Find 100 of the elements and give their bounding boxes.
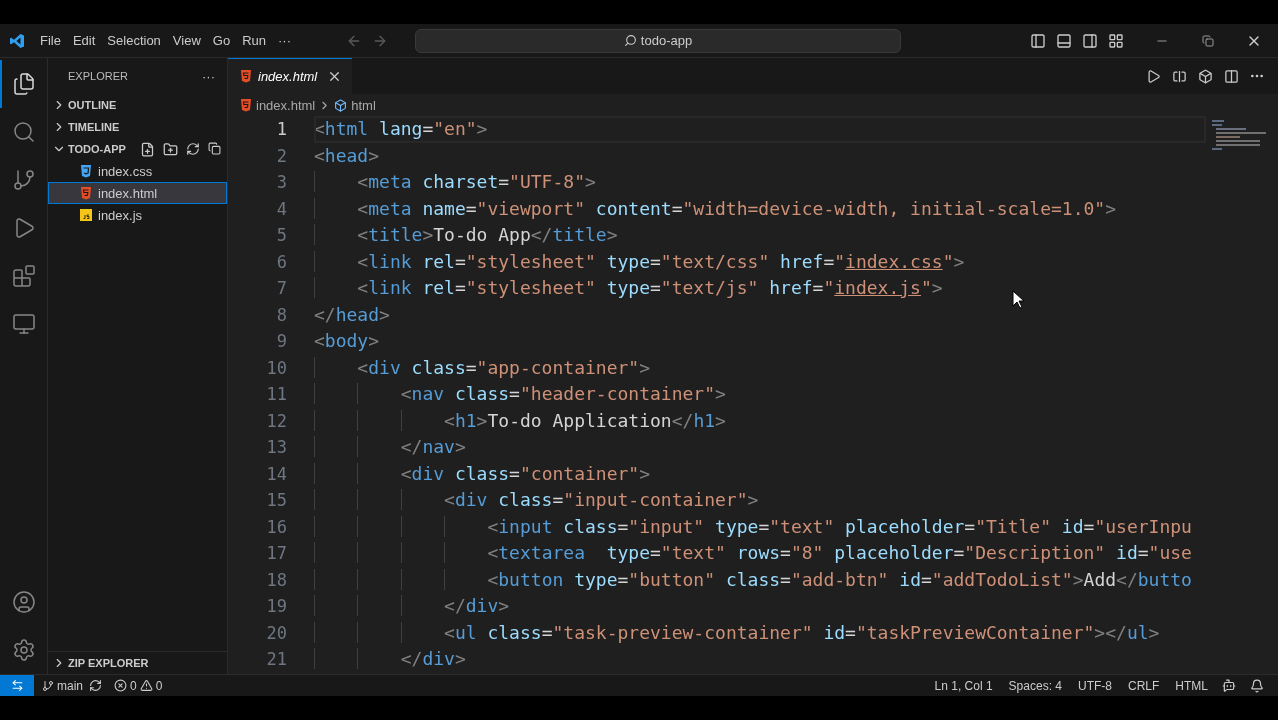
code-line: </div> [314,646,1206,673]
search-icon [623,34,637,47]
cube-icon [334,98,348,112]
line-number: 6 [275,251,287,272]
mouse-pointer-icon [1012,290,1026,310]
remote-icon [10,679,24,692]
breadcrumb[interactable]: index.html [240,97,316,113]
search-icon [11,120,36,144]
line-number: 11 [265,384,287,405]
branch-icon [42,679,54,692]
status-item[interactable]: Ln 1, Col 1 [926,678,1001,693]
html-file-icon [240,69,252,83]
assistant-icon[interactable] [1222,678,1236,693]
code-line: </div> [314,593,1206,620]
files-icon [11,72,36,96]
error-icon [114,679,127,692]
sidebar-title: EXPLORER [68,70,128,82]
code-line: <div class="container"> [314,460,1206,487]
menu-item[interactable]: Run [236,30,272,51]
line-number: 12 [265,410,287,431]
collapse-all-icon[interactable] [208,141,221,155]
breadcrumb[interactable]: html [334,97,376,113]
new-folder-icon[interactable] [163,141,178,157]
code-line: <link rel="stylesheet" type="text/js" href="index.js"> [314,275,1206,302]
html-file-icon [240,98,252,112]
status-item[interactable]: CRLF [1120,678,1168,693]
command-search-field[interactable]: todo-app [415,28,901,53]
sync-icon[interactable] [89,679,102,692]
sidebar-toggle-icon[interactable] [1030,32,1046,49]
code-line: <ul class="task-preview-container" id="taskPreviewContainer"></ul> [314,619,1206,646]
account-icon[interactable] [11,590,36,614]
restore-icon[interactable] [1202,34,1214,47]
line-number: 15 [265,490,287,511]
compare-icon[interactable] [1171,68,1187,84]
monitor-icon [11,312,36,336]
line-number: 3 [275,172,287,193]
menu-item[interactable]: Selection [101,30,167,51]
menu-item[interactable]: View [166,30,207,51]
line-number: 4 [275,198,287,219]
section-header[interactable]: OUTLINE [68,99,117,111]
line-number: 17 [265,543,287,564]
section-header[interactable]: TIMELINE [68,121,120,133]
section-header[interactable]: TODO-APP [68,143,126,155]
line-number: 21 [265,649,287,670]
branch-icon [11,168,36,192]
line-number: 9 [275,331,287,352]
js-file-icon [80,209,92,221]
code-line: <head> [314,143,381,168]
code-line: </nav> [314,434,1206,461]
explorer-entry[interactable]: index.js [48,204,227,226]
line-number: 5 [275,225,287,246]
explorer-entry[interactable]: index.html [48,182,227,204]
settings-icon[interactable] [11,638,36,662]
bell-icon[interactable] [1250,678,1264,693]
code-line: <button type="button" class="add-btn" id="addTodoList">Add</butto [314,566,1206,593]
layout-icon[interactable] [1108,32,1124,49]
problems-status[interactable]: 0 0 [108,678,169,693]
logo-icon [9,32,25,49]
refresh-icon[interactable] [186,141,200,156]
secondary-sidebar-icon[interactable] [1082,32,1098,49]
menu-item[interactable]: Edit [66,30,102,51]
code-line: <input class="input" type="text" placeholder="Title" id="userInpu [314,513,1206,540]
code-line: <nav class="header-container"> [314,381,1206,408]
split-editor-icon[interactable] [1223,68,1239,84]
line-number: 2 [275,145,287,166]
run-icon[interactable] [1145,68,1161,84]
menu-item[interactable]: ··· [272,30,297,51]
status-item[interactable]: HTML [1167,678,1216,693]
line-number: 16 [265,516,287,537]
code-line: <meta name="viewport" content="width=device-width, initial-scale=1.0"> [314,195,1206,222]
html-file-icon [80,186,92,200]
line-number: 18 [265,569,287,590]
warning-icon [139,679,153,692]
menu-item[interactable]: Go [206,30,237,51]
section-header[interactable]: ZIP EXPLORER [68,657,149,669]
line-number: 20 [265,622,287,643]
remote-button[interactable] [0,675,34,696]
more-actions-button[interactable]: ··· [202,68,215,84]
line-number: 10 [265,357,287,378]
branch-status[interactable]: main [36,678,89,693]
status-item[interactable]: UTF-8 [1070,678,1120,693]
code-line: <body> [314,329,381,353]
code-line: <title>To-do App</title> [314,222,1206,249]
css-file-icon [80,164,92,178]
code-line: </head> [314,302,391,327]
line-number: 13 [265,437,287,458]
line-number: 19 [265,596,287,617]
explorer-entry[interactable]: index.css [48,160,227,182]
code-line: <textarea type="text" rows="8" placeholder="Description" id="use [314,540,1206,567]
line-number: 1 [275,119,287,140]
blocks-icon [11,264,36,288]
new-file-icon[interactable] [140,141,155,157]
code-line: <div class="input-container"> [314,487,1206,514]
code-line: <h1>To-do Application</h1> [314,407,1206,434]
panel-toggle-icon[interactable] [1056,32,1072,49]
menu-item[interactable]: File [34,30,67,51]
line-number: 7 [275,278,287,299]
editor-tab[interactable]: index.html [228,58,353,94]
line-number: 8 [275,304,287,325]
status-item[interactable]: Spaces: 4 [1000,678,1070,693]
